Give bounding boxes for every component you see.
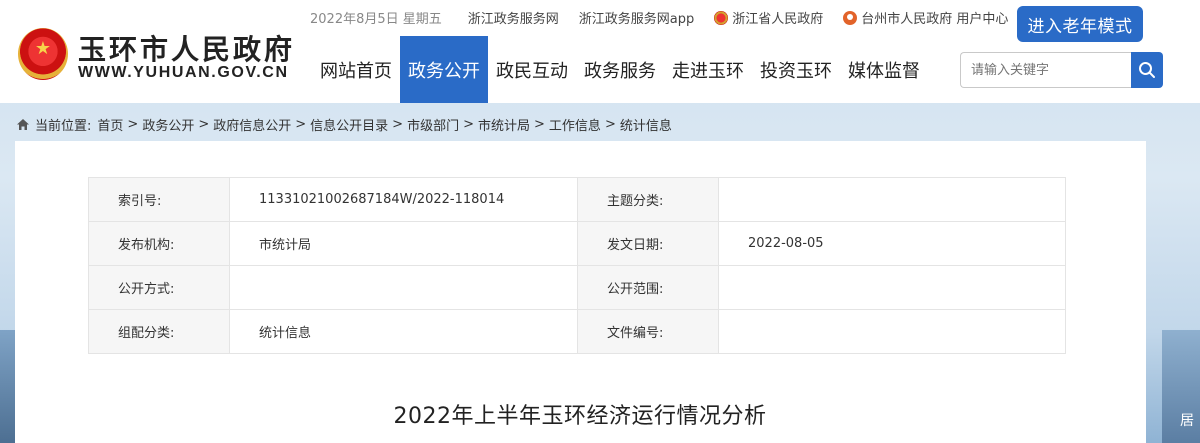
nav-interaction[interactable]: 政民互动 <box>488 36 576 103</box>
meta-label: 主题分类: <box>577 177 719 222</box>
home-icon <box>16 118 30 131</box>
breadcrumb-sep: > <box>604 116 616 132</box>
national-emblem-icon: ★ <box>18 28 68 80</box>
meta-label: 发文日期: <box>577 221 719 266</box>
emblem-icon <box>714 10 729 25</box>
meta-label: 发布机构: <box>88 221 230 266</box>
table-row: 公开方式: 公开范围: <box>88 265 1066 310</box>
meta-label: 组配分类: <box>88 309 230 354</box>
meta-label: 公开范围: <box>577 265 719 310</box>
main-nav: 网站首页 政务公开 政民互动 政务服务 走进玉环 投资玉环 媒体监督 <box>312 36 928 103</box>
breadcrumb: 当前位置: 首页 > 政务公开 > 政府信息公开 > 信息公开目录 > 市级部门… <box>16 115 672 134</box>
breadcrumb-sep: > <box>198 116 210 132</box>
breadcrumb-item[interactable]: 政府信息公开 <box>213 115 291 134</box>
breadcrumb-sep: > <box>534 116 545 132</box>
breadcrumb-sep: > <box>127 116 139 132</box>
search-input[interactable] <box>960 52 1131 88</box>
document-meta-table: 索引号: 11331021002687184W/2022-118014 主题分类… <box>88 177 1066 354</box>
site-name-en[interactable]: WWW.YUHUAN.GOV.CN <box>78 64 289 82</box>
breadcrumb-sep: > <box>392 116 404 132</box>
meta-value: 市统计局 <box>229 221 578 266</box>
link-zj-gov-service[interactable]: 浙江政务服务网 <box>468 8 559 27</box>
table-row: 组配分类: 统计信息 文件编号: <box>88 309 1066 354</box>
nav-invest-yuhuan[interactable]: 投资玉环 <box>752 36 840 103</box>
nav-gov-affairs-open[interactable]: 政务公开 <box>400 36 488 103</box>
breadcrumb-item[interactable]: 市统计局 <box>478 115 530 134</box>
nav-about-yuhuan[interactable]: 走进玉环 <box>664 36 752 103</box>
nav-media-supervision[interactable]: 媒体监督 <box>840 36 928 103</box>
table-row: 发布机构: 市统计局 发文日期: 2022-08-05 <box>88 221 1066 266</box>
nav-home[interactable]: 网站首页 <box>312 36 400 103</box>
link-taizhou-gov-user-center[interactable]: 台州市人民政府 用户中心 <box>843 8 1008 27</box>
meta-value <box>229 265 578 310</box>
search-icon <box>1139 62 1155 78</box>
breadcrumb-item[interactable]: 市级部门 <box>407 115 459 134</box>
link-zj-province-gov[interactable]: 浙江省人民政府 <box>714 8 823 27</box>
search-box <box>960 52 1163 88</box>
meta-value: 2022-08-05 <box>718 221 1066 266</box>
search-button[interactable] <box>1131 52 1163 88</box>
elder-mode-button[interactable]: 进入老年模式 <box>1017 6 1143 42</box>
site-name-cn[interactable]: 玉环市人民政府 <box>78 28 295 68</box>
breadcrumb-sep: > <box>295 116 307 132</box>
nav-gov-services[interactable]: 政务服务 <box>576 36 664 103</box>
current-date: 2022年8月5日 星期五 <box>310 11 442 27</box>
breadcrumb-prefix: 当前位置: <box>35 118 92 134</box>
top-links-bar: 2022年8月5日 星期五 浙江政务服务网 浙江政务服务网app 浙江省人民政府… <box>310 8 1028 27</box>
meta-label: 索引号: <box>88 177 230 222</box>
meta-value: 11331021002687184W/2022-118014 <box>229 177 578 222</box>
table-row: 索引号: 11331021002687184W/2022-118014 主题分类… <box>88 177 1066 222</box>
breadcrumb-item[interactable]: 工作信息 <box>549 115 601 134</box>
link-zj-gov-service-app[interactable]: 浙江政务服务网app <box>579 8 694 27</box>
meta-value: 统计信息 <box>229 309 578 354</box>
breadcrumb-item[interactable]: 信息公开目录 <box>310 115 388 134</box>
floating-side-char[interactable]: 居 <box>1180 410 1194 430</box>
meta-value <box>718 309 1066 354</box>
document-title: 2022年上半年玉环经济运行情况分析 <box>393 404 767 429</box>
breadcrumb-item[interactable]: 统计信息 <box>620 115 672 134</box>
meta-value <box>718 177 1066 222</box>
breadcrumb-sep: > <box>463 116 474 132</box>
meta-label: 公开方式: <box>88 265 230 310</box>
location-pin-icon <box>843 10 858 25</box>
meta-label: 文件编号: <box>577 309 719 354</box>
breadcrumb-item[interactable]: 政务公开 <box>142 115 194 134</box>
breadcrumb-item[interactable]: 首页 <box>97 115 123 134</box>
site-header: ★ 玉环市人民政府 WWW.YUHUAN.GOV.CN 2022年8月5日 星期… <box>0 0 1200 103</box>
meta-value <box>718 265 1066 310</box>
